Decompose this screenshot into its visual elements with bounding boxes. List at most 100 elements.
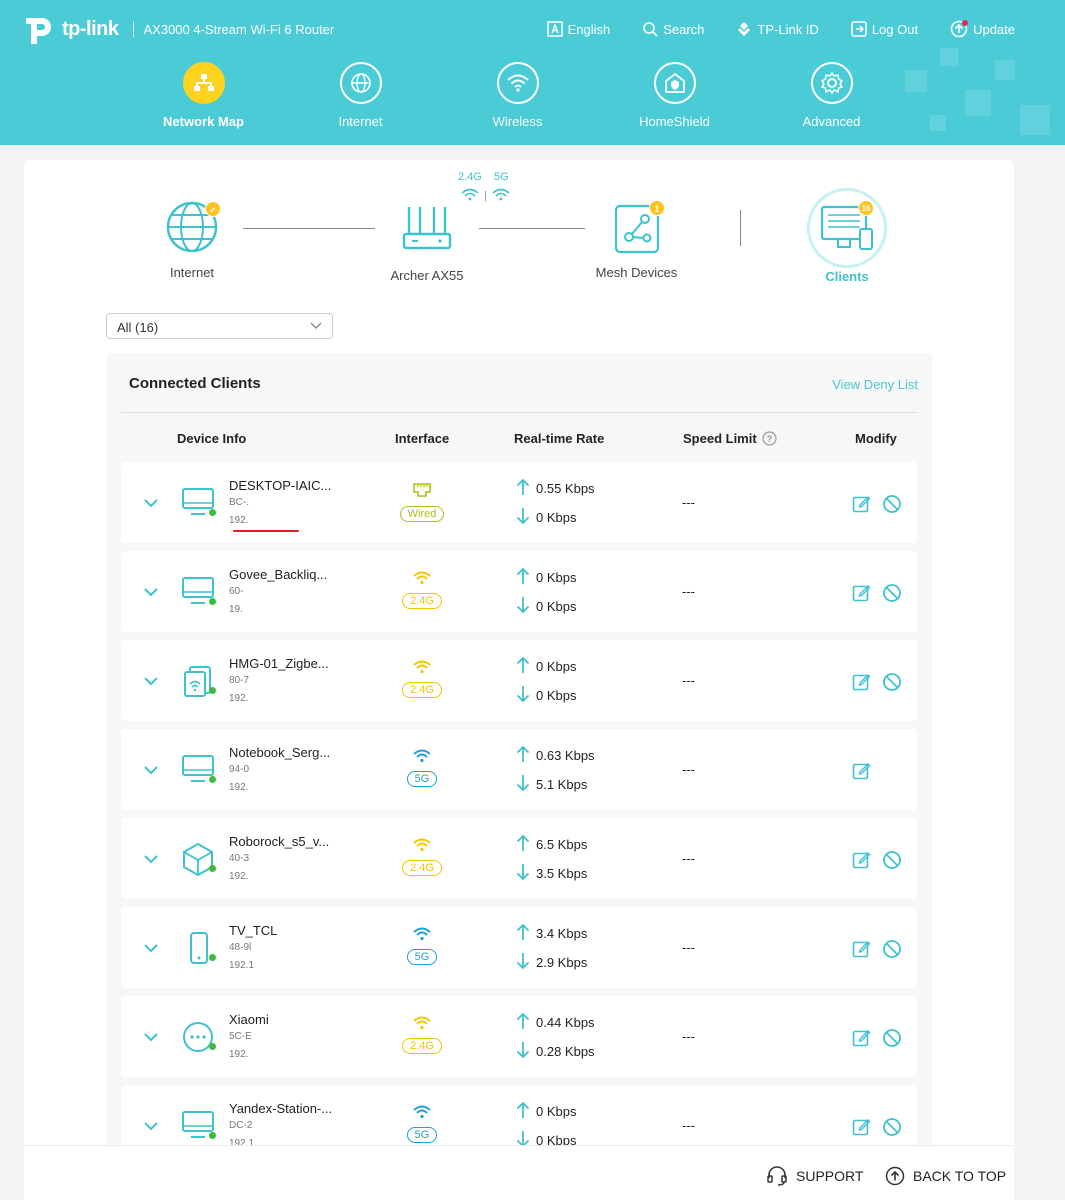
download-rate-value: 0.28 Kbps <box>536 1044 595 1059</box>
internet-ok-icon: ✓ <box>205 201 221 217</box>
expand-chevron-icon[interactable] <box>143 851 159 869</box>
speed-limit-value: --- <box>682 851 695 866</box>
arrow-down-icon <box>516 863 530 884</box>
tplink-logo-icon <box>22 12 58 46</box>
device-name: Govee_Backliq... <box>229 567 328 582</box>
edit-icon[interactable] <box>852 850 871 874</box>
device-ip: 192.1 <box>229 960 255 971</box>
expand-chevron-icon[interactable] <box>143 495 159 513</box>
ethernet-icon <box>393 482 451 503</box>
topology-router[interactable]: Archer AX55 <box>382 204 472 283</box>
block-icon[interactable] <box>882 1028 902 1053</box>
topology-clients-label: Clients <box>825 269 869 284</box>
download-rate-value: 0 Kbps <box>536 688 577 703</box>
download-rate: 0 Kbps <box>516 596 576 617</box>
arrow-up-icon <box>516 745 530 766</box>
edit-icon[interactable] <box>852 672 871 696</box>
topology-clients[interactable] <box>807 188 887 268</box>
block-icon[interactable] <box>882 939 902 964</box>
upload-rate-value: 6.5 Kbps <box>536 837 588 852</box>
device-name: Yandex-Station-... <box>229 1101 333 1116</box>
block-icon[interactable] <box>882 850 902 875</box>
upload-rate-value: 0 Kbps <box>536 570 577 585</box>
table-row[interactable]: Yandex-Station-... DC-2 192.1 5G 0 Kbps 0 Kbp… <box>121 1085 917 1153</box>
table-row[interactable]: TV_TCL 48-9l 192.1 5G 3.4 Kbps 2.9 Kbps --- <box>121 907 917 988</box>
tab-network-map[interactable]: Network Map <box>125 62 282 129</box>
device-ip: 192. <box>229 871 249 882</box>
edit-icon[interactable] <box>852 1028 871 1052</box>
edit-icon[interactable] <box>852 761 871 785</box>
device-mac: 94-0 <box>229 764 250 775</box>
block-icon[interactable] <box>882 583 902 608</box>
speed-limit-value: --- <box>682 1118 695 1133</box>
tplink-id-button[interactable]: TP-Link ID <box>736 20 819 38</box>
help-icon[interactable]: ? <box>762 431 777 446</box>
upload-rate: 3.4 Kbps <box>516 923 587 944</box>
expand-chevron-icon[interactable] <box>143 1029 159 1047</box>
red-annotation-underline <box>233 530 299 532</box>
table-row[interactable]: Xiaomi 5C-E 192. 2.4G 0.44 Kbps 0.28 Kbps --- <box>121 996 917 1077</box>
search-button[interactable]: Search <box>642 20 704 38</box>
language-button[interactable]: English <box>546 20 610 38</box>
wifi-5-icon <box>492 188 510 201</box>
download-rate-value: 3.5 Kbps <box>536 866 588 881</box>
update-icon <box>950 20 969 38</box>
support-link[interactable]: SUPPORT <box>766 1166 863 1186</box>
header-decoration <box>930 115 946 131</box>
interface-badge: 5G <box>406 949 438 965</box>
table-row[interactable]: Govee_Backliq... 60- 19. 2.4G 0 Kbps 0 Kbps --… <box>121 551 917 632</box>
arrow-up-icon <box>516 478 530 499</box>
update-button[interactable]: Update <box>950 20 1015 38</box>
mesh-count-badge: 1 <box>649 200 665 216</box>
block-icon[interactable] <box>882 672 902 697</box>
view-deny-list-link[interactable]: View Deny List <box>832 377 918 392</box>
client-filter-select[interactable]: All (16) <box>106 313 333 339</box>
edit-icon[interactable] <box>852 583 871 607</box>
support-label: SUPPORT <box>796 1168 864 1184</box>
upload-rate-value: 0 Kbps <box>536 1104 577 1119</box>
logout-button[interactable]: Log Out <box>851 20 918 38</box>
tplink-id-label: TP-Link ID <box>757 21 819 37</box>
svg-text:?: ? <box>766 434 772 444</box>
speed-limit-value: --- <box>682 673 695 688</box>
expand-chevron-icon[interactable] <box>143 762 159 780</box>
tab-wireless[interactable]: Wireless <box>439 62 596 129</box>
edit-icon[interactable] <box>852 939 871 963</box>
tab-homeshield[interactable]: HomeShield <box>596 62 753 129</box>
expand-chevron-icon[interactable] <box>143 673 159 691</box>
topology-internet-label: Internet <box>169 265 215 280</box>
brand-name: tp-link <box>62 17 119 40</box>
tab-advanced[interactable]: Advanced <box>753 62 910 129</box>
topology-link <box>243 228 375 229</box>
top-nav: English Search TP-Link ID Log Out Update <box>546 20 1015 38</box>
brand-logo[interactable]: tp-link AX3000 4-Stream Wi-Fi 6 Router <box>22 12 334 46</box>
expand-chevron-icon[interactable] <box>143 940 159 958</box>
header-decoration <box>995 60 1015 80</box>
chevron-down-icon <box>310 322 322 329</box>
interface-badge: 2.4G <box>402 1038 442 1054</box>
device-name: TV_TCL <box>229 923 278 938</box>
tab-internet[interactable]: Internet <box>282 62 439 129</box>
panel-title: Connected Clients <box>129 375 261 392</box>
table-row[interactable]: HMG-01_Zigbe... 80-7 192. 2.4G 0 Kbps 0 Kbps -… <box>121 640 917 721</box>
edit-icon[interactable] <box>852 494 871 518</box>
interface-badge: 5G <box>406 1127 438 1143</box>
back-to-top-link[interactable]: BACK TO TOP <box>885 1166 1006 1186</box>
device-ip: 192. <box>229 515 249 526</box>
expand-chevron-icon[interactable] <box>143 584 159 602</box>
block-icon[interactable] <box>882 1117 902 1142</box>
network-map-icon <box>182 62 225 104</box>
interface-cell: 2.4G <box>393 571 451 609</box>
device-mac: DC-2 <box>229 1120 253 1131</box>
edit-icon[interactable] <box>852 1117 871 1141</box>
table-row[interactable]: Roborock_s5_v... 40-3 192. 2.4G 6.5 Kbps 3.5 … <box>121 818 917 899</box>
tab-label: Network Map <box>163 114 244 129</box>
device-ip: 192. <box>229 1049 249 1060</box>
expand-chevron-icon[interactable] <box>143 1118 159 1136</box>
table-row[interactable]: Notebook_Serg... 94-0 192. 5G 0.63 Kbps 5.1 K… <box>121 729 917 810</box>
topology-mesh-devices[interactable]: Mesh Devices <box>589 204 684 280</box>
speed-limit-value: --- <box>682 940 695 955</box>
interface-badge: 2.4G <box>402 860 442 876</box>
speed-limit-value: --- <box>682 1029 695 1044</box>
block-icon[interactable] <box>882 494 902 519</box>
